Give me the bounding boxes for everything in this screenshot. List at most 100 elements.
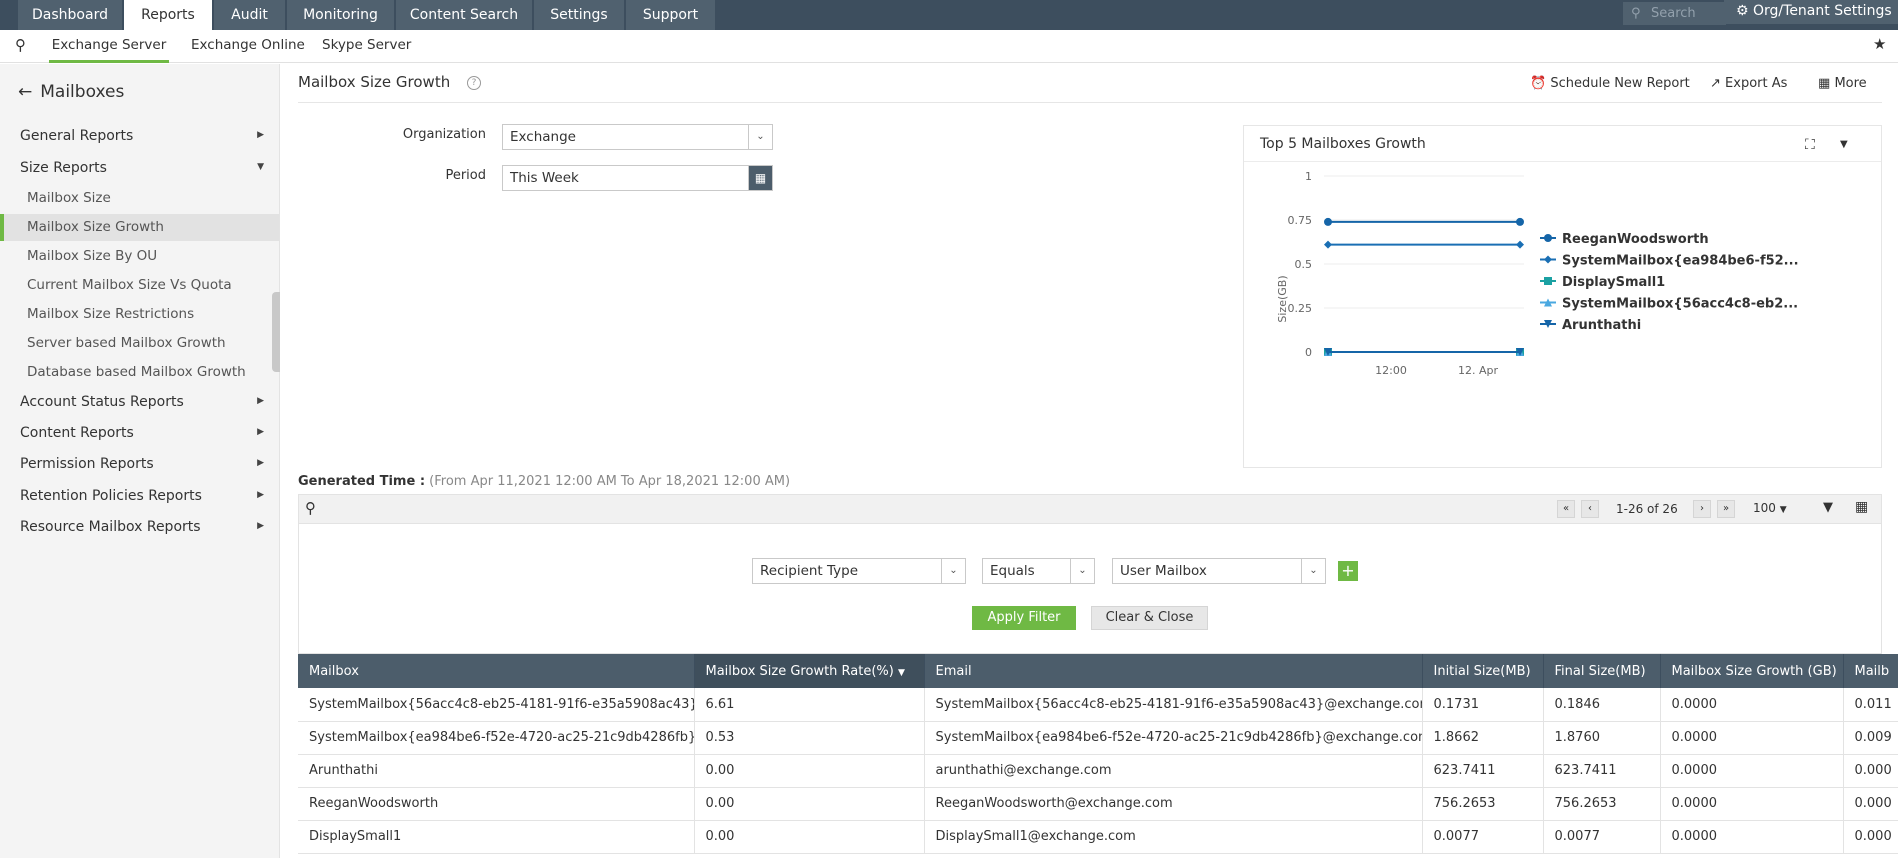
table-cell: 6.61 (694, 688, 925, 722)
chevron-down-icon[interactable]: ▼ (1840, 139, 1848, 150)
search-icon[interactable]: ⚲ (15, 36, 26, 54)
sidebar-item-mailbox-size-growth[interactable]: Mailbox Size Growth (0, 214, 279, 241)
org-tenant-settings-button[interactable]: ⚙ Org/Tenant Settings (1724, 0, 1898, 24)
search-icon: ⚲ (1631, 6, 1641, 21)
series-marker[interactable] (1516, 217, 1524, 226)
first-page-button[interactable]: « (1557, 500, 1575, 518)
table-cell: 0.00 (694, 754, 925, 788)
column-header-size-growth[interactable]: Mailbox Size Growth (GB) (1660, 654, 1844, 688)
chart-title: Top 5 Mailboxes Growth (1260, 136, 1426, 152)
subtab-skype-server[interactable]: Skype Server (322, 30, 411, 63)
table-cell: 0.011 (1843, 688, 1898, 722)
help-icon[interactable]: ? (467, 76, 481, 90)
tab-audit[interactable]: Audit (214, 0, 286, 30)
search-icon[interactable]: ⚲ (305, 499, 316, 517)
clear-close-button[interactable]: Clear & Close (1091, 606, 1208, 630)
tab-dashboard[interactable]: Dashboard (18, 0, 123, 30)
sidebar-category-retention[interactable]: Retention Policies Reports ▶ (20, 488, 270, 504)
table-cell: 0.000 (1843, 820, 1898, 854)
series-marker[interactable] (1544, 234, 1552, 242)
y-tick-label: 1 (1305, 170, 1312, 183)
legend-item[interactable]: ReeganWoodsworth (1540, 232, 1709, 247)
top-navigation: Dashboard Reports Audit Monitoring Conte… (0, 0, 1898, 30)
sidebar-collapse-handle[interactable] (272, 292, 280, 372)
chevron-down-icon: ⌄ (1070, 559, 1094, 583)
sidebar-item-server-growth[interactable]: Server based Mailbox Growth (0, 330, 279, 357)
series-marker[interactable] (1544, 277, 1552, 285)
filter-icon[interactable]: ▼ (1823, 500, 1833, 515)
legend-item[interactable]: SystemMailbox{ea984be6-f52... (1540, 254, 1799, 269)
period-picker[interactable]: This Week ▦ (502, 165, 773, 191)
sidebar-category-content[interactable]: Content Reports ▶ (20, 425, 270, 441)
legend-item[interactable]: Arunthathi (1540, 318, 1641, 333)
column-chooser-icon[interactable]: ▦ (1855, 499, 1868, 515)
export-button[interactable]: ↗ Export As (1710, 76, 1787, 91)
sidebar-category-general-reports[interactable]: General Reports ▶ (20, 128, 270, 144)
tab-monitoring[interactable]: Monitoring (287, 0, 395, 30)
series-marker[interactable] (1516, 240, 1524, 249)
sort-desc-icon: ▼ (898, 667, 905, 678)
page-title: Mailbox Size Growth (298, 73, 451, 91)
page-size-select[interactable]: 100 ▼ (1753, 501, 1787, 515)
legend-item[interactable]: SystemMailbox{56acc4c8-eb2... (1540, 297, 1798, 312)
series-marker[interactable] (1544, 255, 1552, 264)
table-cell: DisplaySmall1 (298, 820, 695, 854)
table-cell: Arunthathi (298, 754, 695, 788)
legend-label: DisplaySmall1 (1562, 275, 1665, 290)
column-header-initial-size[interactable]: Initial Size(MB) (1422, 654, 1544, 688)
filter-operator-select[interactable]: Equals ⌄ (982, 558, 1095, 584)
tab-reports[interactable]: Reports (124, 0, 213, 30)
sidebar-item-mailbox-size[interactable]: Mailbox Size (0, 185, 279, 212)
column-header-growth-rate[interactable]: Mailbox Size Growth Rate(%) ▼ (694, 654, 925, 688)
column-header-email[interactable]: Email (924, 654, 1423, 688)
table-cell: 0.1846 (1543, 688, 1661, 722)
add-filter-button[interactable]: + (1338, 561, 1358, 581)
legend-item[interactable]: DisplaySmall1 (1540, 275, 1665, 290)
filter-value-select[interactable]: User Mailbox ⌄ (1112, 558, 1326, 584)
series-marker[interactable] (1324, 217, 1332, 226)
series-marker[interactable] (1324, 240, 1332, 249)
apply-filter-button[interactable]: Apply Filter (972, 606, 1076, 630)
next-page-button[interactable]: › (1693, 500, 1711, 518)
star-icon[interactable]: ★ (1873, 35, 1886, 53)
subtab-exchange-online[interactable]: Exchange Online (191, 30, 305, 63)
column-header-mailbox[interactable]: Mailbox (298, 654, 695, 688)
sidebar-category-size-reports[interactable]: Size Reports ▼ (20, 160, 270, 176)
fullscreen-icon[interactable]: ⛶ (1805, 137, 1815, 153)
more-icon: ▦ (1818, 76, 1831, 91)
prev-page-button[interactable]: ‹ (1581, 500, 1599, 518)
table-row[interactable]: DisplaySmall1 0.00 DisplaySmall1@exchange.… (298, 820, 1898, 854)
caret-down-icon: ▼ (1779, 505, 1787, 515)
table-row[interactable]: SystemMailbox{56acc4c8-eb25-4181-91f6-e3… (298, 688, 1898, 722)
series-line (1324, 348, 1524, 356)
organization-select[interactable]: Exchange ⌄ (502, 124, 773, 150)
back-arrow-icon[interactable]: ← (18, 82, 32, 102)
caret-right-icon: ▶ (257, 427, 264, 437)
sidebar-category-resource-mailbox[interactable]: Resource Mailbox Reports ▶ (20, 519, 270, 535)
sidebar-category-account-status[interactable]: Account Status Reports ▶ (20, 394, 270, 410)
subtab-exchange-server[interactable]: Exchange Server (49, 30, 169, 63)
tab-settings[interactable]: Settings (534, 0, 625, 30)
filter-field-value: Recipient Type (760, 563, 859, 579)
table-cell: 0.0000 (1660, 688, 1844, 722)
table-row[interactable]: Arunthathi 0.00 arunthathi@exchange.com 623… (298, 754, 1898, 788)
column-header-final-size[interactable]: Final Size(MB) (1543, 654, 1661, 688)
sidebar-item-size-vs-quota[interactable]: Current Mailbox Size Vs Quota (0, 272, 279, 299)
tab-content-search[interactable]: Content Search (396, 0, 533, 30)
table-row[interactable]: ReeganWoodsworth 0.00 ReeganWoodsworth@exc… (298, 787, 1898, 821)
page-size-value: 100 (1753, 501, 1776, 515)
sidebar-item-mailbox-size-by-ou[interactable]: Mailbox Size By OU (0, 243, 279, 270)
more-button[interactable]: ▦ More (1818, 76, 1867, 91)
filter-field-select[interactable]: Recipient Type ⌄ (752, 558, 966, 584)
sidebar-item-size-restrictions[interactable]: Mailbox Size Restrictions (0, 301, 279, 328)
column-header-mailb[interactable]: Mailb (1843, 654, 1898, 688)
sidebar-header[interactable]: ← Mailboxes (18, 82, 124, 102)
schedule-report-button[interactable]: ⏰ Schedule New Report (1530, 76, 1690, 91)
calendar-icon[interactable]: ▦ (748, 166, 772, 190)
sidebar-item-database-growth[interactable]: Database based Mailbox Growth (0, 359, 279, 386)
sidebar-category-permission[interactable]: Permission Reports ▶ (20, 456, 270, 472)
last-page-button[interactable]: » (1717, 500, 1735, 518)
table-row[interactable]: SystemMailbox{ea984be6-f52e-4720-ac25-21… (298, 721, 1898, 755)
tab-support[interactable]: Support (626, 0, 716, 30)
global-search-input[interactable]: ⚲ Search (1623, 2, 1726, 25)
